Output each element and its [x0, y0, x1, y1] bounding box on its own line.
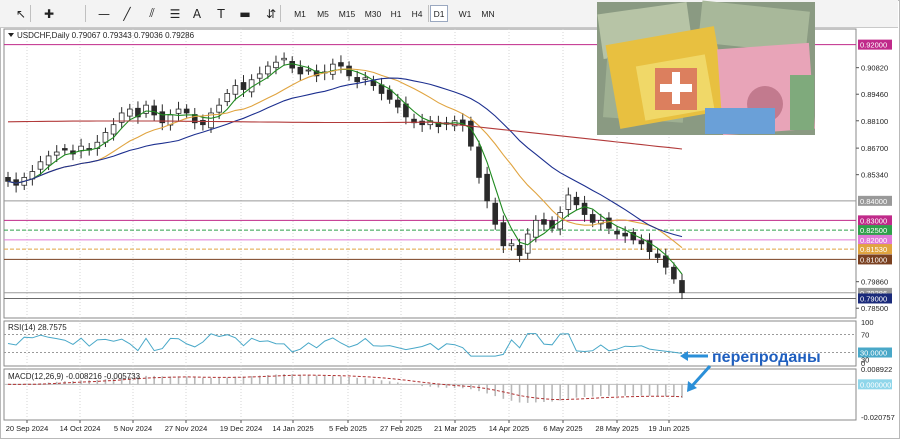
- candle-body: [654, 253, 661, 258]
- franc-note-blue: [705, 108, 775, 134]
- time-axis-label: 14 Jan 2025: [272, 424, 313, 433]
- swiss-cross: [660, 84, 692, 92]
- oversold-annotation: перепроданы: [712, 349, 821, 366]
- candle-body: [297, 66, 304, 75]
- candle-body: [37, 161, 44, 170]
- candle-body: [281, 57, 287, 61]
- macd-axis-label: -0.020757: [861, 413, 895, 422]
- candle-body: [232, 85, 239, 95]
- candle-body: [256, 73, 263, 79]
- macd-axis-label: 0.008922: [861, 365, 892, 374]
- candle-body: [500, 222, 507, 247]
- price-axis-label: 0.90820: [861, 64, 888, 73]
- price-axis-label: 0.81530: [860, 245, 887, 254]
- time-axis-label: 6 May 2025: [543, 424, 582, 433]
- dollar-note: [790, 75, 814, 130]
- candle-body: [492, 202, 499, 225]
- candle-body: [362, 77, 369, 80]
- candle-body: [240, 82, 247, 90]
- candle-body: [127, 108, 133, 117]
- candle-body: [289, 61, 296, 69]
- price-axis-label: 0.83000: [860, 216, 887, 225]
- time-axis-label: 20 Sep 2024: [6, 424, 49, 433]
- candle-body: [671, 266, 677, 280]
- candle-body: [638, 240, 645, 245]
- time-axis-label: 14 Oct 2024: [60, 424, 101, 433]
- price-axis-label: 0.85340: [861, 171, 888, 180]
- price-axis-label: 0.79000: [860, 294, 887, 303]
- price-axis-label: 0.86700: [861, 144, 888, 153]
- macd-axis-label: 0.000000: [860, 380, 891, 389]
- price-axis-label: 0.92000: [860, 41, 887, 50]
- price-axis-label: 0.79860: [861, 278, 888, 287]
- time-axis-label: 19 Dec 2024: [220, 424, 263, 433]
- candle-body: [468, 120, 474, 147]
- candle-body: [516, 244, 523, 256]
- macd-header: MACD(12,26,9) -0.008216 -0.005733: [8, 372, 141, 381]
- price-axis-label: 0.84000: [860, 197, 887, 206]
- candle-body: [662, 255, 669, 268]
- candle-body: [151, 105, 157, 116]
- banknotes-image: [597, 0, 815, 136]
- candle-body: [265, 65, 271, 75]
- candle-body: [508, 243, 515, 247]
- candle-body: [5, 177, 11, 182]
- candle-body: [224, 93, 231, 103]
- time-axis-label: 27 Nov 2024: [165, 424, 208, 433]
- price-axis-label: 0.78500: [861, 304, 888, 313]
- candle-body: [679, 280, 685, 294]
- candle-body: [175, 108, 182, 114]
- candle-body: [110, 124, 117, 135]
- rsi-header: RSI(14) 28.7575: [8, 323, 67, 332]
- time-axis-label: 28 May 2025: [595, 424, 638, 433]
- time-axis-label: 14 Apr 2025: [489, 424, 529, 433]
- price-axis-label: 0.89460: [861, 90, 888, 99]
- candle-body: [386, 89, 393, 100]
- candle-body: [62, 148, 68, 151]
- candle-body: [484, 173, 490, 202]
- candle-body: [330, 63, 336, 75]
- main-chart-header: USDCHF,Daily 0.79067 0.79343 0.79036 0.7…: [17, 31, 195, 40]
- candle-body: [589, 214, 596, 223]
- time-axis-label: 5 Nov 2024: [114, 424, 152, 433]
- time-axis-label: 21 Mar 2025: [434, 424, 476, 433]
- candle-body: [614, 230, 620, 235]
- candle-body: [533, 219, 539, 238]
- candle-body: [183, 108, 190, 114]
- candle-body: [338, 62, 344, 67]
- time-axis-label: 27 Feb 2025: [380, 424, 422, 433]
- price-axis-label: 0.88100: [861, 117, 888, 126]
- candle-body: [305, 69, 312, 72]
- candle-body: [216, 104, 222, 113]
- candle-body: [354, 77, 360, 83]
- candle-body: [476, 146, 482, 178]
- candle-body: [581, 202, 588, 215]
- candle-body: [102, 132, 109, 143]
- candle-body: [273, 61, 279, 69]
- candle-body: [53, 151, 60, 156]
- candle-body: [346, 65, 352, 77]
- rsi-axis-label: 100: [861, 318, 874, 327]
- candle-body: [622, 232, 628, 237]
- candle-body: [45, 155, 52, 166]
- rsi-axis-label: 70: [861, 331, 869, 340]
- price-axis-label: 0.82000: [860, 236, 887, 245]
- candle-body: [565, 194, 572, 210]
- time-axis-label: 19 Jun 2025: [648, 424, 689, 433]
- time-axis-label: 5 Feb 2025: [329, 424, 367, 433]
- price-axis-label: 0.81000: [860, 255, 887, 264]
- candle-body: [394, 99, 401, 108]
- price-axis-label: 0.82500: [860, 226, 887, 235]
- candle-body: [573, 196, 580, 206]
- candle-body: [541, 219, 547, 225]
- chart-canvas[interactable]: USDCHF,Daily 0.79067 0.79343 0.79036 0.7…: [0, 0, 900, 439]
